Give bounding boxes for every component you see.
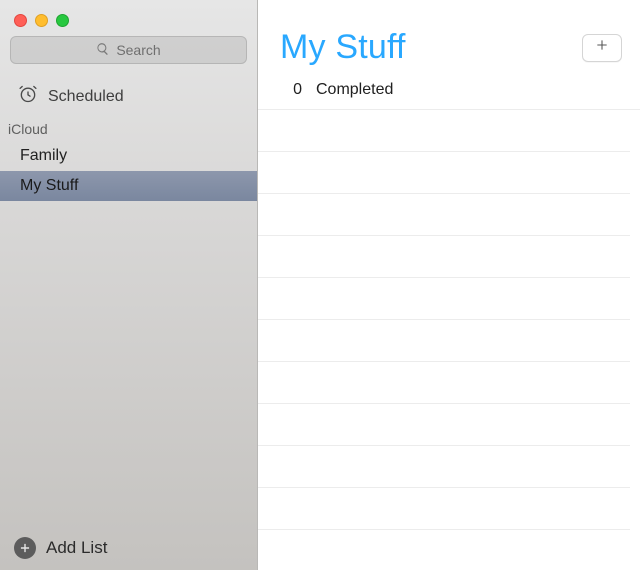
section-icloud-label: iCloud (0, 121, 257, 141)
completed-row[interactable]: 0 Completed (258, 81, 640, 110)
search-input[interactable]: Search (10, 36, 247, 64)
search-icon (96, 42, 110, 59)
reminder-line[interactable] (258, 236, 630, 278)
main-panel: My Stuff 0 Completed (258, 0, 640, 570)
reminder-lines (258, 110, 640, 530)
add-list-label: Add List (46, 538, 107, 558)
scheduled-row[interactable]: Scheduled (0, 74, 257, 121)
sidebar-item-label: Family (20, 147, 67, 165)
reminder-line[interactable] (258, 362, 630, 404)
clock-icon (18, 84, 38, 109)
add-reminder-button[interactable] (582, 34, 622, 62)
minimize-window-button[interactable] (35, 14, 48, 27)
sidebar: Search Scheduled iCloud Family My Stuff … (0, 0, 258, 570)
list-title: My Stuff (280, 28, 406, 67)
sidebar-item-label: My Stuff (20, 177, 78, 195)
reminder-line[interactable] (258, 488, 630, 530)
completed-count: 0 (286, 81, 302, 99)
plus-icon (594, 37, 610, 58)
scheduled-label: Scheduled (48, 88, 124, 106)
sidebar-item-family[interactable]: Family (0, 141, 257, 171)
plus-circle-icon (14, 537, 36, 559)
reminder-line[interactable] (258, 278, 630, 320)
reminder-line[interactable] (258, 110, 630, 152)
sidebar-item-my-stuff[interactable]: My Stuff (0, 171, 257, 201)
completed-label: Completed (316, 81, 393, 99)
window-controls (0, 0, 257, 30)
reminder-line[interactable] (258, 446, 630, 488)
reminder-line[interactable] (258, 320, 630, 362)
reminder-line[interactable] (258, 194, 630, 236)
reminder-line[interactable] (258, 152, 630, 194)
add-list-button[interactable]: Add List (0, 526, 257, 570)
reminder-line[interactable] (258, 404, 630, 446)
sidebar-lists: Family My Stuff (0, 141, 257, 201)
close-window-button[interactable] (14, 14, 27, 27)
fullscreen-window-button[interactable] (56, 14, 69, 27)
search-placeholder: Search (116, 42, 160, 58)
